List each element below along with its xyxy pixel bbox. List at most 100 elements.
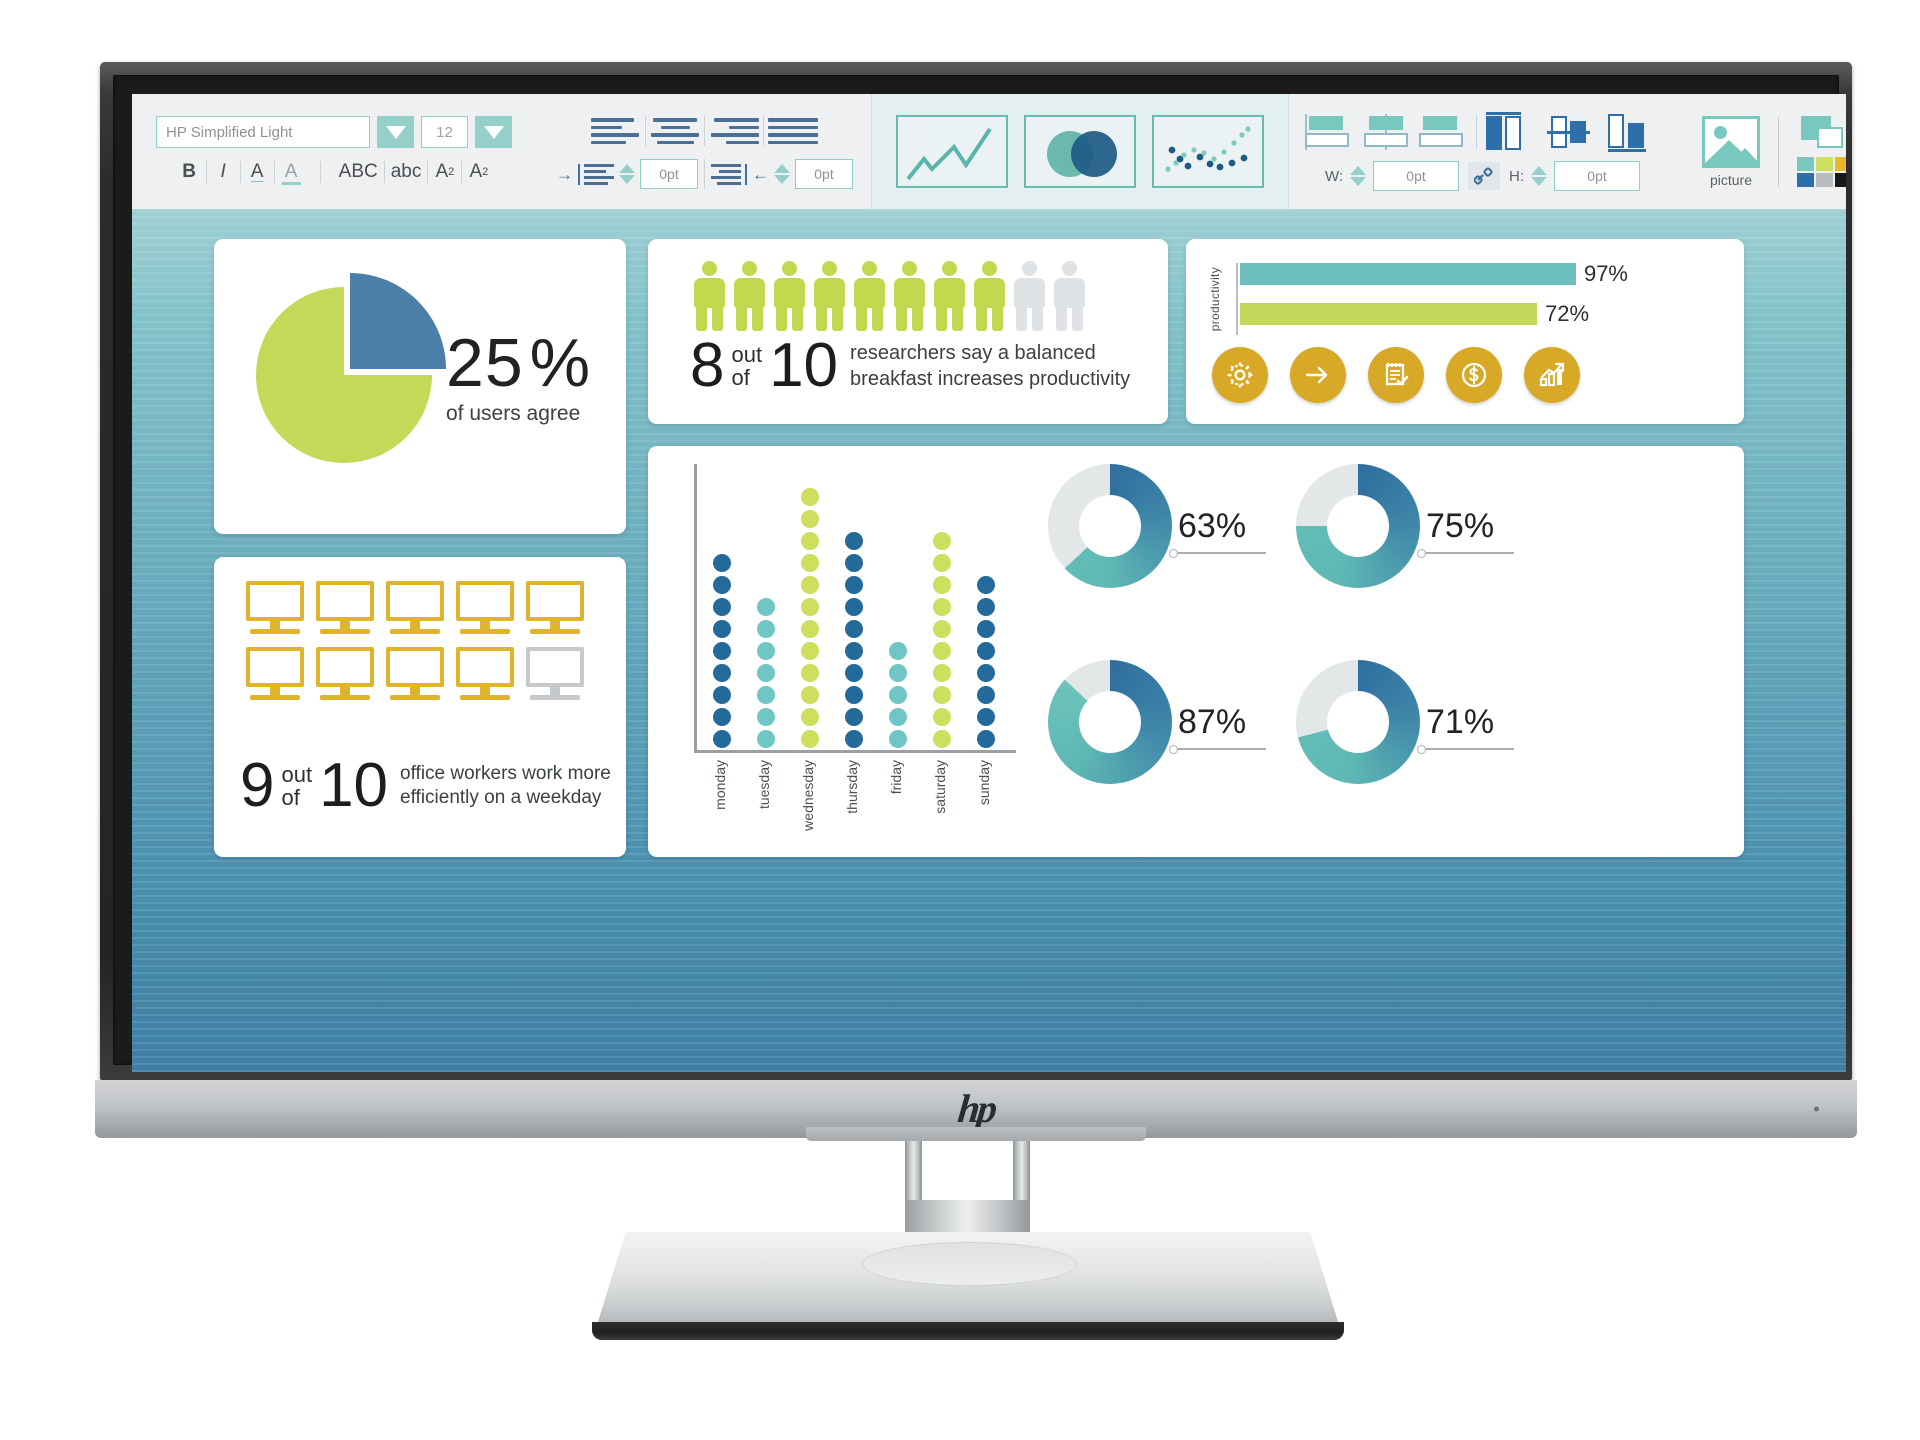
alignment-row bbox=[587, 114, 822, 148]
dot-column-monday bbox=[708, 554, 736, 748]
indent-spinner[interactable] bbox=[619, 164, 635, 184]
leader-line bbox=[1169, 745, 1266, 753]
divider bbox=[1778, 116, 1779, 187]
monitor-icon bbox=[384, 581, 448, 639]
dot-column-chart: monday tuesday wednesday thursday friday… bbox=[686, 464, 1016, 834]
arrow-right-icon: → bbox=[556, 164, 573, 184]
donut-chart-group: 63% 75% 87% 71% bbox=[1048, 464, 1708, 840]
align-left-button[interactable] bbox=[587, 114, 645, 148]
color-palette[interactable] bbox=[1797, 157, 1846, 187]
width-spinner[interactable] bbox=[1350, 166, 1367, 186]
subscript-button[interactable]: A2 bbox=[462, 157, 495, 187]
donut-ring bbox=[1048, 660, 1172, 784]
monitor-icon bbox=[314, 647, 378, 705]
donut-label: 63% bbox=[1169, 507, 1266, 557]
line-chart-tool[interactable] bbox=[896, 115, 1008, 188]
superscript-button[interactable]: A2 bbox=[428, 157, 461, 187]
growth-chart-icon-button[interactable] bbox=[1524, 347, 1580, 403]
arrow-right-circle-icon bbox=[1305, 366, 1328, 384]
decrease-indent-control[interactable]: ← 0pt bbox=[705, 159, 859, 189]
power-indicator bbox=[1814, 1106, 1819, 1112]
people-numerator: 8 bbox=[690, 331, 725, 400]
monitors-numerator: 9 bbox=[240, 751, 275, 820]
lock-aspect-ratio-button[interactable] bbox=[1468, 162, 1501, 190]
height-spinner[interactable] bbox=[1531, 166, 1548, 186]
donut-chart-71: 71% bbox=[1296, 660, 1514, 784]
dot-column-saturday bbox=[928, 532, 956, 748]
monitors-description-line2: efficiently on a weekday bbox=[400, 787, 602, 809]
shapes-control[interactable] bbox=[1797, 116, 1846, 187]
text-color-button[interactable]: A bbox=[275, 157, 308, 187]
align-bottom-button[interactable] bbox=[1608, 112, 1660, 152]
swatch-lime[interactable] bbox=[1816, 157, 1833, 171]
indent-lines-icon bbox=[711, 163, 747, 185]
divider bbox=[1476, 115, 1477, 149]
people-stat-line: 8 out of 10 researchers say a balanced b… bbox=[690, 331, 1130, 400]
align-objects-row bbox=[1305, 112, 1660, 152]
monitor-icon-inactive bbox=[524, 647, 588, 705]
increase-indent-control[interactable]: → 0pt bbox=[550, 159, 704, 189]
indent-spinner[interactable] bbox=[774, 164, 790, 184]
people-outof: out of bbox=[731, 342, 762, 391]
swatch-blue[interactable] bbox=[1797, 173, 1814, 187]
growth-chart-icon bbox=[1539, 362, 1565, 387]
chevron-down-icon bbox=[385, 125, 406, 139]
donut-chart-63: 63% bbox=[1048, 464, 1266, 588]
swatch-black[interactable] bbox=[1835, 173, 1846, 187]
align-top-button[interactable] bbox=[1486, 112, 1538, 152]
main-chart-card: monday tuesday wednesday thursday friday… bbox=[648, 446, 1744, 857]
pie-chart-icon bbox=[256, 273, 446, 463]
circles-chart-tool[interactable] bbox=[1024, 115, 1136, 188]
width-input[interactable]: 0pt bbox=[1373, 161, 1460, 191]
lowercase-button[interactable]: abc bbox=[385, 157, 428, 187]
monitors-stat-card: 9 out of 10 office workers work more eff… bbox=[214, 557, 626, 857]
venn-circles-icon bbox=[1047, 131, 1117, 177]
toolbar-ribbon: HP Simplified Light 12 B I A A ABC abc A… bbox=[132, 94, 1846, 209]
align-objects-left-button[interactable] bbox=[1305, 114, 1353, 150]
people-pictogram bbox=[694, 261, 1085, 331]
arrow-right-icon-button[interactable] bbox=[1290, 347, 1346, 403]
align-objects-right-button[interactable] bbox=[1419, 114, 1467, 150]
height-label: H: bbox=[1509, 167, 1525, 185]
increase-indent-input[interactable]: 0pt bbox=[640, 159, 698, 189]
italic-button[interactable]: I bbox=[207, 157, 240, 187]
font-size-input[interactable]: 12 bbox=[421, 116, 468, 148]
uppercase-button[interactable]: ABC bbox=[333, 157, 384, 187]
person-icon bbox=[974, 261, 1005, 331]
swatch-teal[interactable] bbox=[1797, 157, 1814, 171]
dollar-coin-icon-button[interactable] bbox=[1446, 347, 1502, 403]
monitor-icon bbox=[524, 581, 588, 639]
leader-line bbox=[1417, 549, 1514, 557]
align-middle-button[interactable] bbox=[1547, 112, 1599, 152]
bold-button[interactable]: B bbox=[173, 157, 206, 187]
scatter-chart-tool[interactable] bbox=[1152, 115, 1264, 188]
monitor-icon bbox=[244, 581, 308, 639]
productivity-bar-label: 72% bbox=[1545, 301, 1590, 326]
donut-label: 87% bbox=[1169, 703, 1266, 753]
people-denominator: 10 bbox=[769, 331, 839, 400]
gear-icon-button[interactable] bbox=[1212, 347, 1268, 403]
align-center-button[interactable] bbox=[646, 114, 704, 148]
font-name-input[interactable]: HP Simplified Light bbox=[156, 116, 370, 148]
insert-picture-button[interactable]: picture bbox=[1702, 115, 1760, 188]
swatch-gray[interactable] bbox=[1816, 173, 1833, 187]
chart-tools-group bbox=[871, 94, 1289, 209]
stand-base-rim bbox=[592, 1322, 1344, 1340]
person-icon bbox=[694, 261, 725, 331]
swatch-gold[interactable] bbox=[1835, 157, 1846, 171]
leader-line bbox=[1417, 745, 1514, 753]
donut-chart-75: 75% bbox=[1296, 464, 1514, 588]
font-group: HP Simplified Light 12 B I A A ABC abc A… bbox=[132, 94, 530, 209]
align-objects-center-button[interactable] bbox=[1362, 114, 1410, 150]
chevron-down-icon bbox=[483, 125, 504, 139]
pie-value-number: 25 bbox=[446, 325, 524, 401]
align-right-button[interactable] bbox=[705, 114, 763, 148]
height-input[interactable]: 0pt bbox=[1554, 161, 1641, 191]
clipboard-check-icon-button[interactable] bbox=[1368, 347, 1424, 403]
underline-button[interactable]: A bbox=[241, 157, 274, 187]
font-size-dropdown-button[interactable] bbox=[475, 116, 512, 148]
decrease-indent-input[interactable]: 0pt bbox=[795, 159, 853, 189]
align-justify-button[interactable] bbox=[764, 114, 822, 148]
stand-base-ellipse bbox=[862, 1242, 1077, 1286]
font-name-dropdown-button[interactable] bbox=[377, 116, 414, 148]
